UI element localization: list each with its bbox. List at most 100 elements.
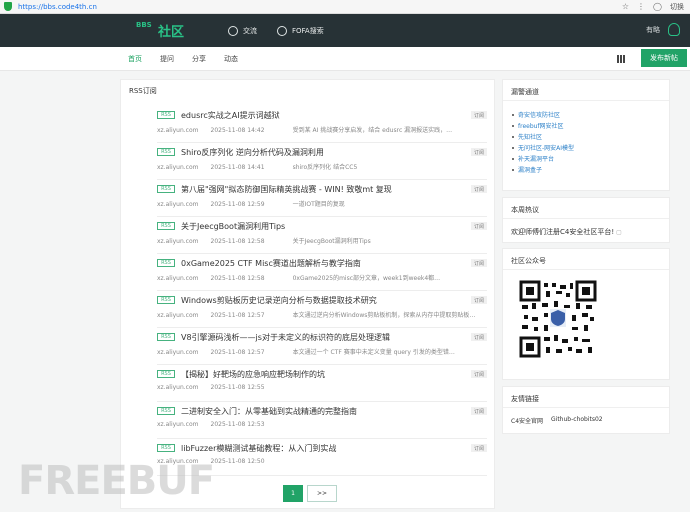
feed-item-source: xz.aliyun.com (157, 275, 199, 282)
friend-links-title: 友情链接 (511, 395, 539, 403)
logo-community-text: 社区 (158, 25, 185, 40)
feed-item-tag[interactable]: 订阅 (471, 296, 487, 304)
page-1-button[interactable]: 1 (283, 485, 303, 502)
tab-home[interactable]: 首页 (128, 54, 142, 64)
tab-share[interactable]: 分享 (192, 54, 206, 64)
feed-item-desc: 0xGame2025的misc部分文章，week1到week4都… (292, 275, 441, 282)
star-icon[interactable]: ☆ (622, 2, 629, 11)
secure-shield-icon (4, 2, 12, 11)
search-icon (277, 25, 287, 36)
wechat-qr-code (518, 279, 598, 359)
feed-item-title[interactable]: V8引擎源码浅析——js对于未定义的标识符的底层处理逻辑 (181, 332, 390, 343)
subscribe-link-list: 奇安信攻防社区 freebuf网安社区 先知社区 无问社区-网安AI模型 补天漏… (512, 109, 574, 175)
rss-badge: RSS (157, 259, 175, 267)
feed-item-date: 2025-11-08 12:50 (210, 458, 265, 465)
feed-item[interactable]: RSS 0xGame2025 CTF Misc赛道出题解析与教学指南 xz.aliy… (157, 254, 487, 291)
feed-item-meta: xz.aliyun.com 2025-11-08 12:57 本文通过一个 CTF … (157, 347, 455, 356)
comment-icon: ▢ (616, 229, 622, 236)
feed-item-meta: xz.aliyun.com 2025-11-08 12:55 (157, 384, 293, 391)
feed-item-meta: xz.aliyun.com 2025-11-08 14:41 shiro反序列化 结… (157, 162, 357, 171)
next-page-button[interactable]: >> (307, 485, 337, 502)
feed-item-title[interactable]: Windows剪贴板历史记录逆向分析与数据提取技术研究 (181, 295, 377, 306)
more-icon[interactable]: ⋮ (637, 2, 645, 11)
link-label: 无问社区-网安AI模型 (518, 145, 575, 152)
feed-item-title[interactable]: edusrc实战之AI提示词越狱 (181, 110, 280, 121)
tab-activity[interactable]: 动态 (224, 54, 238, 64)
feed-item[interactable]: RSS 关于JeecgBoot漏洞利用Tips xz.aliyun.com 2025-… (157, 217, 487, 254)
feed-item[interactable]: RSS 二进制安全入门：从零基础到实战精通的完整指南 xz.aliyun.com 20… (157, 402, 487, 439)
feed-item-tag[interactable]: 订阅 (471, 444, 487, 452)
address-bar[interactable]: https://bbs.code4th.cn (18, 3, 97, 11)
feed-item-tag[interactable]: 订阅 (471, 370, 487, 378)
feed-item-title[interactable]: 【揭秘】好靶场的应急响应靶场制作的坑 (181, 369, 325, 380)
browser-toolbar: https://bbs.code4th.cn ☆ ⋮ ◯ 切换 (0, 0, 690, 14)
grid-icon[interactable] (617, 55, 625, 63)
wechat-title: 社区公众号 (511, 257, 546, 265)
feed-item-title[interactable]: 第八届"强网"拟态防御国际精英挑战赛 - WIN! 致敬mt 复现 (181, 184, 392, 195)
bullet-icon (512, 113, 514, 116)
friend-link-github[interactable]: Github-chobits02 (551, 416, 603, 425)
feed-item-tag[interactable]: 订阅 (471, 333, 487, 341)
feed-item-tag[interactable]: 订阅 (471, 185, 487, 193)
feed-item-date: 2025-11-08 14:42 (210, 127, 265, 134)
link-item[interactable]: 先知社区 (512, 131, 574, 142)
feed-item-date: 2025-11-08 12:58 (210, 238, 265, 245)
feed-item-tag[interactable]: 订阅 (471, 111, 487, 119)
feed-item[interactable]: RSS 第八届"强网"拟态防御国际精英挑战赛 - WIN! 致敬mt 复现 xz.a… (157, 180, 487, 217)
rss-badge: RSS (157, 333, 175, 341)
wechat-card: 社区公众号 (502, 248, 670, 380)
nav-fofa-search[interactable]: FOFA搜索 (277, 25, 324, 36)
link-item[interactable]: 漏洞盒子 (512, 164, 574, 175)
feed-item-desc: shiro反序列化 结合CC5 (292, 164, 358, 171)
link-label: 漏洞盒子 (518, 167, 543, 174)
feed-item-desc: 关于JeecgBoot漏洞利用Tips (292, 238, 371, 245)
new-post-button[interactable]: 发布新帖 (641, 49, 687, 67)
friend-links-list: C4安全官网 Github-chobits02 (511, 416, 603, 425)
subscribe-card: 漏警通道 奇安信攻防社区 freebuf网安社区 先知社区 无问社区-网安AI模… (502, 79, 670, 191)
divider (503, 218, 669, 219)
feed-item-title[interactable]: Shiro反序列化 逆向分析代码及漏洞利用 (181, 147, 324, 158)
link-item[interactable]: 无问社区-网安AI模型 (512, 142, 574, 153)
feed-item-meta: xz.aliyun.com 2025-11-08 12:58 0xGame2025的… (157, 273, 440, 282)
user-icon[interactable]: ◯ (653, 2, 662, 11)
feed-item-tag[interactable]: 订阅 (471, 407, 487, 415)
feed-item-title[interactable]: libFuzzer模糊测试基础教程：从入门到实战 (181, 443, 336, 454)
feed-item[interactable]: RSS 【揭秘】好靶场的应急响应靶场制作的坑 xz.aliyun.com 2025-1… (157, 365, 487, 402)
feed-item-tag[interactable]: 订阅 (471, 259, 487, 267)
feed-item[interactable]: RSS edusrc实战之AI提示词越狱 xz.aliyun.com 2025-11-… (157, 106, 487, 143)
switch-label[interactable]: 切换 (670, 2, 684, 12)
bulb-icon[interactable] (668, 23, 680, 36)
hot-text[interactable]: 欢迎师傅们注册C4安全社区平台! ▢ (511, 227, 622, 237)
tab-questions[interactable]: 提问 (160, 54, 174, 64)
feed-item-meta: xz.aliyun.com 2025-11-08 14:42 受到某 AI 挑战赛分… (157, 125, 452, 134)
link-item[interactable]: freebuf网安社区 (512, 120, 574, 131)
feed-item-date: 2025-11-08 12:59 (210, 201, 265, 208)
feed-item-source: xz.aliyun.com (157, 384, 199, 391)
feed-item-date: 2025-11-08 12:53 (210, 421, 265, 428)
feed-item[interactable]: RSS Windows剪贴板历史记录逆向分析与数据提取技术研究 xz.aliyun.… (157, 291, 487, 328)
feed-item-tag[interactable]: 订阅 (471, 148, 487, 156)
feed-item-title[interactable]: 关于JeecgBoot漏洞利用Tips (181, 221, 285, 232)
rss-feed-panel: RSS订阅 RSS edusrc实战之AI提示词越狱 xz.aliyun.com 20… (120, 79, 495, 509)
bullet-icon (512, 157, 514, 160)
logo-bbs-text: BBS (136, 21, 152, 29)
hot-discussion-card: 本周热议 欢迎师傅们注册C4安全社区平台! ▢ (502, 197, 670, 243)
feed-item-meta: xz.aliyun.com 2025-11-08 12:53 (157, 421, 293, 428)
friend-link-c4[interactable]: C4安全官网 (511, 416, 543, 425)
site-header: BBS 社区 交流 FOFA搜索 有略 (0, 14, 690, 47)
feed-item[interactable]: RSS Shiro反序列化 逆向分析代码及漏洞利用 xz.aliyun.com 202… (157, 143, 487, 180)
rss-badge: RSS (157, 444, 175, 452)
user-name-label[interactable]: 有略 (646, 25, 660, 35)
rss-badge: RSS (157, 407, 175, 415)
feed-item-tag[interactable]: 订阅 (471, 222, 487, 230)
feed-item[interactable]: RSS V8引擎源码浅析——js对于未定义的标识符的底层处理逻辑 xz.aliyun… (157, 328, 487, 365)
feed-item-title[interactable]: 二进制安全入门：从零基础到实战精通的完整指南 (181, 406, 357, 417)
feed-item-meta: xz.aliyun.com 2025-11-08 12:58 关于JeecgBoot… (157, 236, 371, 245)
site-logo[interactable]: BBS 社区 (136, 19, 188, 43)
link-item[interactable]: 奇安信攻防社区 (512, 109, 574, 120)
nav-chat[interactable]: 交流 (228, 25, 257, 36)
nav-chat-label: 交流 (243, 26, 257, 35)
feed-item-title[interactable]: 0xGame2025 CTF Misc赛道出题解析与教学指南 (181, 258, 361, 269)
rss-feed-list: RSS edusrc实战之AI提示词越狱 xz.aliyun.com 2025-11-… (157, 106, 487, 476)
link-item[interactable]: 补天漏洞平台 (512, 153, 574, 164)
